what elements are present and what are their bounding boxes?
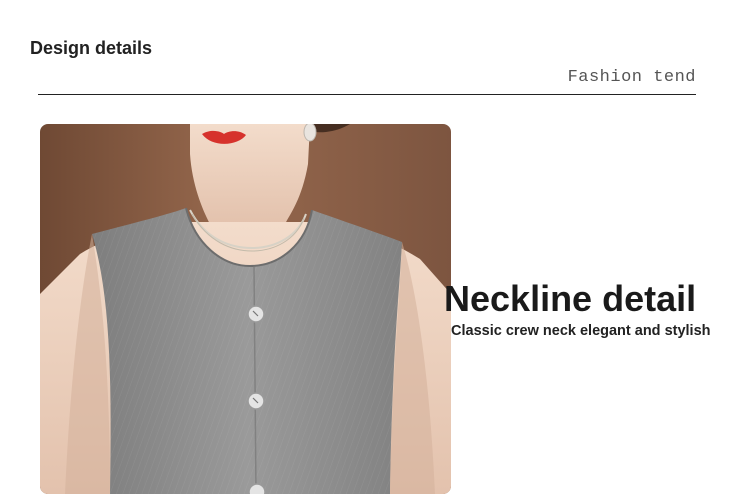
feature-headline: Neckline detail bbox=[444, 278, 697, 319]
section-tagline: Fashion tend bbox=[567, 68, 696, 87]
product-photo bbox=[40, 124, 451, 494]
feature-description: Classic crew neck elegant and stylish bbox=[451, 323, 711, 339]
section-divider bbox=[38, 94, 696, 95]
product-detail-page: Design details Fashion tend Neckline det… bbox=[0, 0, 750, 498]
section-title: Design details bbox=[30, 38, 153, 58]
product-photo-illustration bbox=[40, 124, 451, 494]
